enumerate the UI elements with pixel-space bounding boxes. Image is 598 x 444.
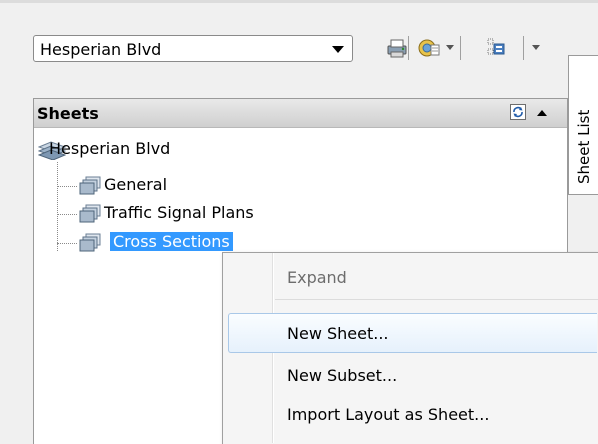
refresh-button[interactable] [510,104,526,120]
toolbar-separator [460,36,461,60]
menu-item-expand[interactable]: Expand [287,268,347,287]
sheet-set-dropdown[interactable]: Hesperian Blvd [33,35,353,62]
tree-connector [57,162,58,251]
refresh-icon [513,106,523,118]
menu-hover-highlight [228,313,597,353]
tree-connector [57,243,77,244]
tree-connector [57,214,77,215]
tree-item-general[interactable]: General [104,175,167,194]
chevron-down-icon[interactable] [446,45,454,50]
chevron-down-icon[interactable] [532,45,540,50]
collapse-icon[interactable] [537,110,547,116]
toolbar-separator [523,36,524,60]
tree-item-cross-sections[interactable]: Cross Sections [110,232,233,251]
menu-item-new-subset[interactable]: New Subset... [287,366,397,385]
subset-icon [79,176,101,195]
menu-item-import-layout[interactable]: Import Layout as Sheet... [287,405,489,424]
chevron-down-icon[interactable] [332,46,344,53]
subset-icon [79,204,101,223]
sheet-set-manager-button[interactable] [413,33,444,63]
sheet-set-value: Hesperian Blvd [40,40,162,59]
tree-item-traffic-signal-plans[interactable]: Traffic Signal Plans [104,203,254,222]
tab-sheet-list-label: Sheet List [575,109,593,184]
tree-connector [57,186,77,187]
sheet-set-manager-icon [418,39,439,57]
top-border [0,0,598,3]
plotter-icon [387,39,406,58]
panel-title: Sheets [37,104,99,123]
model-view-icon [487,38,504,55]
context-menu: Expand New Sheet... New Subset... Import… [222,252,598,444]
toolbar-separator [408,36,409,60]
menu-item-new-sheet[interactable]: New Sheet... [287,324,389,343]
subset-icon [79,233,101,252]
menu-separator [275,299,598,300]
panel-header: Sheets [34,99,567,128]
tab-sheet-list[interactable]: Sheet List [568,55,598,195]
tree-root[interactable]: Hesperian Blvd [49,139,170,158]
model-view-button[interactable] [480,33,511,63]
